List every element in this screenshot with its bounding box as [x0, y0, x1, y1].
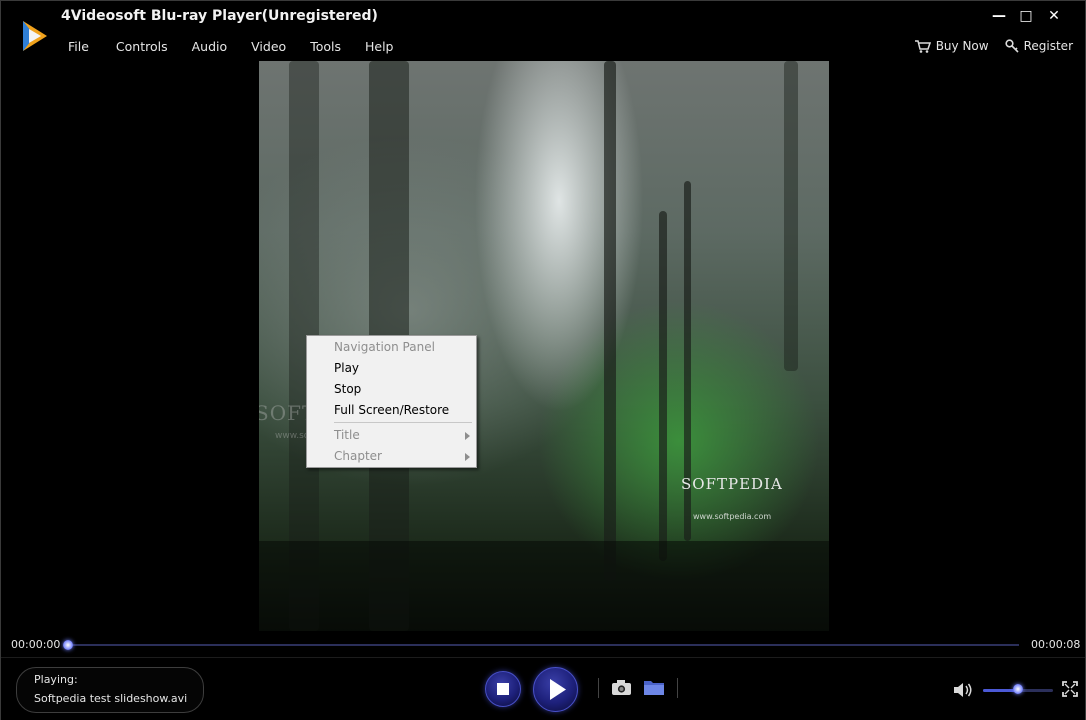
register-link[interactable]: Register — [1004, 39, 1073, 53]
submenu-arrow-icon — [465, 453, 470, 461]
app-logo-icon — [23, 21, 47, 51]
play-icon — [550, 679, 566, 700]
header-links: Buy Now Register — [899, 39, 1073, 53]
folder-icon[interactable] — [643, 678, 665, 696]
minimize-button[interactable]: — — [987, 5, 1011, 27]
separator — [598, 678, 599, 698]
play-button[interactable] — [533, 667, 578, 712]
menu-bar: File Controls Audio Video Tools Help — [56, 39, 405, 57]
app-window: 4Videosoft Blu-ray Player(Unregistered) … — [0, 0, 1086, 720]
menu-help[interactable]: Help — [353, 39, 406, 57]
ctx-play[interactable]: Play — [307, 358, 476, 379]
watermark-url: www.softpedia.com — [693, 512, 772, 521]
tree-trunk — [604, 61, 616, 581]
status-file: Softpedia test slideshow.avi — [34, 692, 188, 705]
ctx-separator — [334, 422, 472, 423]
ctx-full-screen-restore[interactable]: Full Screen/Restore — [307, 400, 476, 421]
control-bar: Playing: Softpedia test slideshow.avi — [1, 657, 1085, 720]
menu-file[interactable]: File — [56, 39, 101, 57]
menu-video[interactable]: Video — [239, 39, 298, 57]
fullscreen-icon[interactable] — [1062, 681, 1078, 697]
seek-handle[interactable] — [63, 640, 73, 650]
window-title: 4Videosoft Blu-ray Player(Unregistered) — [61, 8, 378, 24]
tree-trunk — [784, 61, 798, 371]
status-label: Playing: — [34, 673, 78, 686]
buy-now-link[interactable]: Buy Now — [914, 39, 989, 53]
progress-row: 00:00:00 00:00:08 — [1, 633, 1085, 657]
camera-icon[interactable] — [611, 679, 632, 696]
watermark-title: SOFTPEDIA — [681, 475, 783, 493]
status-box: Playing: Softpedia test slideshow.avi — [16, 667, 204, 713]
menu-tools[interactable]: Tools — [298, 39, 353, 57]
tree-trunk — [659, 211, 667, 561]
total-time: 00:00:08 — [1031, 638, 1081, 651]
buy-now-label: Buy Now — [935, 39, 989, 53]
ctx-title[interactable]: Title — [307, 425, 476, 446]
close-button[interactable]: ✕ — [1042, 5, 1066, 27]
separator — [677, 678, 678, 698]
seek-bar[interactable] — [69, 644, 1019, 646]
stop-icon — [497, 683, 509, 695]
key-icon — [1004, 39, 1019, 53]
current-time: 00:00:00 — [11, 638, 61, 651]
maximize-button[interactable]: □ — [1014, 5, 1038, 27]
menu-audio[interactable]: Audio — [180, 39, 240, 57]
volume-icon[interactable] — [953, 682, 973, 698]
video-area[interactable]: SOFTPEDIA www.softpedia.com SOFTPEDIA ww… — [3, 61, 1084, 631]
ctx-chapter[interactable]: Chapter — [307, 446, 476, 467]
ctx-navigation-panel[interactable]: Navigation Panel — [307, 337, 476, 358]
context-menu: Navigation Panel Play Stop Full Screen/R… — [306, 335, 477, 468]
menu-controls[interactable]: Controls — [101, 39, 180, 57]
volume-handle[interactable] — [1013, 684, 1023, 694]
cart-icon — [914, 39, 931, 53]
ctx-chapter-label: Chapter — [334, 449, 382, 463]
ground-shadow — [259, 541, 829, 631]
stop-button[interactable] — [485, 671, 521, 707]
ctx-title-label: Title — [334, 428, 360, 442]
ctx-stop[interactable]: Stop — [307, 379, 476, 400]
title-bar: 4Videosoft Blu-ray Player(Unregistered) … — [1, 1, 1085, 61]
submenu-arrow-icon — [465, 432, 470, 440]
register-label: Register — [1023, 39, 1073, 53]
